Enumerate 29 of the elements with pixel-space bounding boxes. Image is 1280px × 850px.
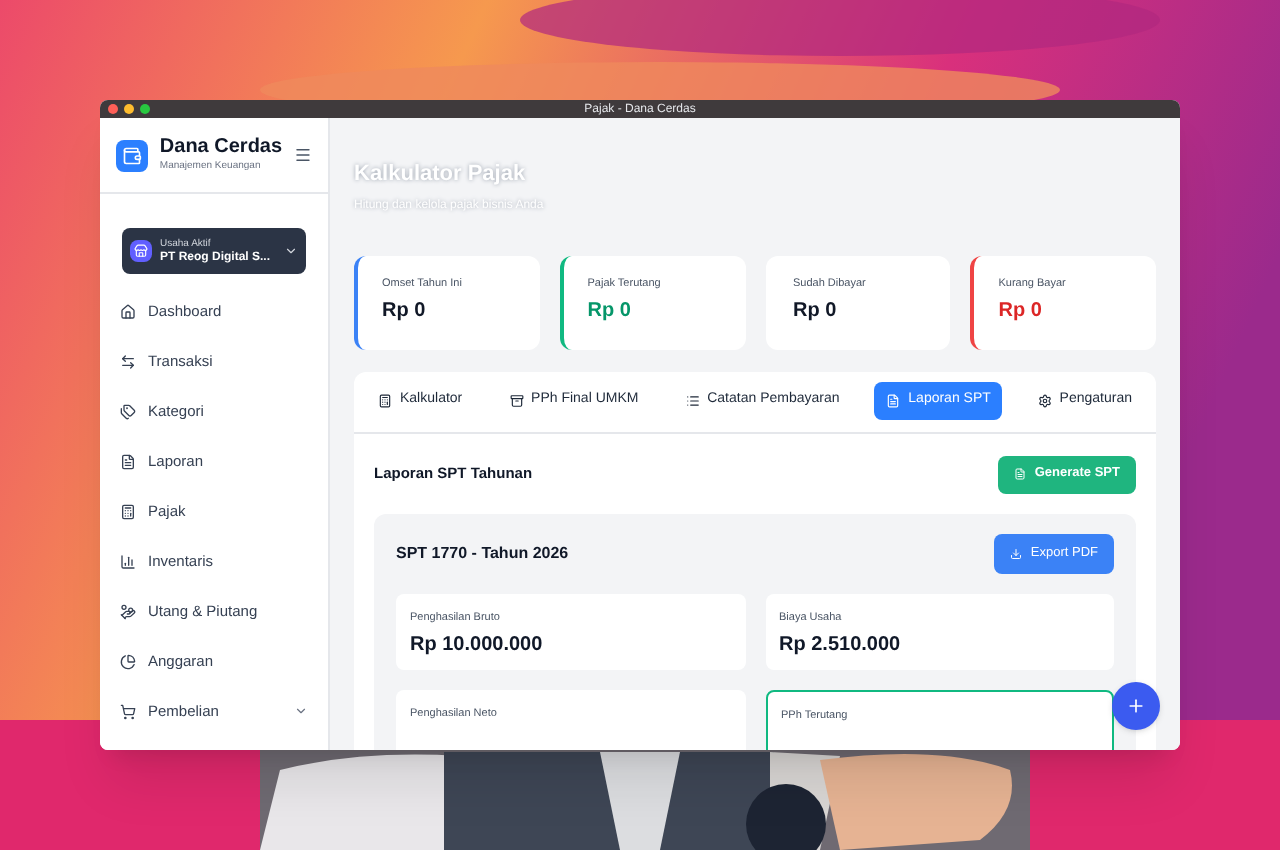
calculator-icon	[378, 394, 392, 408]
pie-chart-icon	[120, 653, 136, 669]
plus-icon	[1126, 696, 1146, 716]
stat-value: Rp 0	[587, 297, 633, 326]
calculator-icon	[120, 503, 136, 519]
document-icon	[1014, 468, 1027, 480]
arrows-icon	[120, 353, 136, 369]
cart-icon	[120, 703, 136, 719]
stat-value: Rp 0	[998, 297, 1044, 326]
app-name: Dana Cerdas	[159, 138, 283, 158]
spt-value: Rp 2.510.000	[779, 631, 903, 660]
wallet-icon	[116, 139, 148, 171]
tag-icon	[120, 403, 136, 419]
box-icon	[509, 394, 524, 408]
store-icon	[130, 240, 152, 262]
document-icon	[886, 394, 901, 408]
settings-icon	[1037, 394, 1052, 408]
chevron-icon	[284, 244, 298, 258]
document-icon	[120, 453, 136, 469]
download-icon	[1010, 547, 1023, 559]
bar-chart-icon	[120, 553, 136, 569]
spt-value: Rp 10.000.000	[410, 631, 545, 660]
stat-value: Rp 0	[382, 297, 428, 326]
hand-icon	[120, 603, 136, 619]
list-icon	[685, 394, 700, 408]
stat-value: Rp 0	[793, 297, 839, 326]
menu-icon[interactable]	[294, 146, 312, 164]
spt-title: SPT 1770 - Tahun 2026	[396, 541, 569, 565]
home-icon	[120, 303, 136, 319]
